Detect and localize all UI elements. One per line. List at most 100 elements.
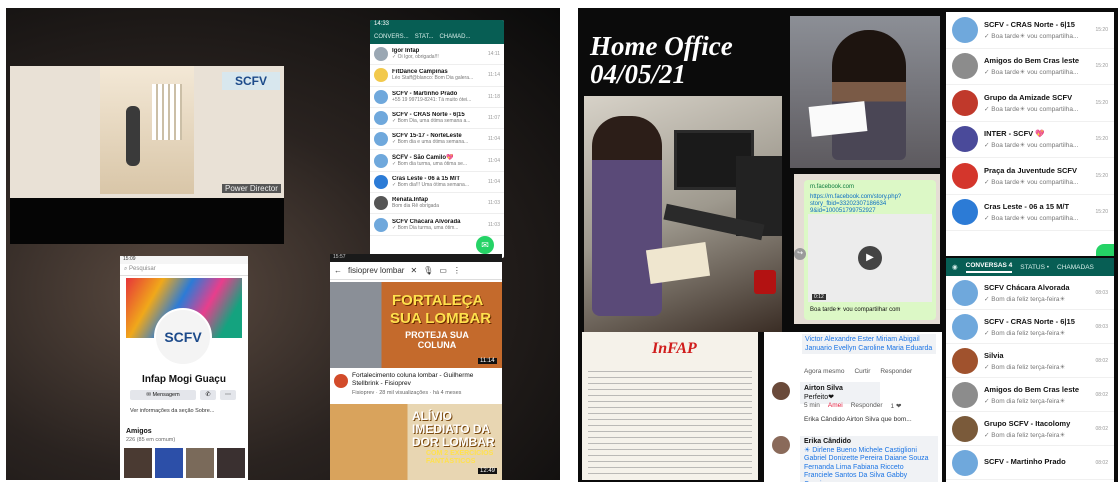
camera-icon[interactable]: ◉ xyxy=(952,263,958,271)
chat-row[interactable]: SCFV - Martinho Prado 08:02 xyxy=(946,446,1114,480)
comment-actions: 5 min Amei Responder 1 ❤ xyxy=(804,402,901,410)
channel-avatar[interactable] xyxy=(334,374,348,388)
like-button[interactable]: Curtir xyxy=(854,368,870,375)
chat-row[interactable]: Grupo da Amizade SCFV ✓ Boa tarde☀ vou co… xyxy=(946,85,1114,122)
new-chat-button[interactable]: ✉ xyxy=(476,236,494,254)
chat-row[interactable]: SCFV - Martinho Prado +55 19 99719-8241: … xyxy=(370,87,504,108)
right-collage: Home Office 04/05/21 ↪ m.facebook.com ht… xyxy=(578,8,1118,482)
chat-name: Grupo da Amizade SCFV xyxy=(984,92,1073,102)
chat-name: INTER - SCFV 💖 xyxy=(984,129,1045,139)
tab-conversas[interactable]: CONVERSAS 4 xyxy=(965,262,1013,273)
chat-row[interactable]: SCFV Chácara Alvorada ✓ Bom dia feliz ter… xyxy=(946,276,1114,310)
tab-status[interactable]: STAT... xyxy=(415,34,434,40)
watermark: Power Director xyxy=(222,184,281,193)
thumb1-line3: PROTEJA SUA COLUNA xyxy=(405,330,469,350)
duration-badge: 12:49 xyxy=(478,468,498,474)
chat-row[interactable]: Praça da Juventude SCFV ✓ Boa tarde☀ vou … xyxy=(946,158,1114,195)
chat-row[interactable]: Cras Leste - 06 a 15 M/T ✓ Bom dia!!! Uma… xyxy=(370,172,504,194)
close-icon[interactable]: ✕ xyxy=(410,266,417,275)
friend-photo[interactable] xyxy=(155,448,183,478)
chat-time: 11:03 xyxy=(487,221,500,228)
chat-row[interactable]: SCFV - CRAS Norte - 6|15 ✓ Bom dia feliz … xyxy=(946,310,1114,344)
avatar[interactable] xyxy=(772,436,790,454)
chat-preview: ✓ Boa tarde☀ vou compartilha... xyxy=(984,142,1079,150)
mic-icon[interactable]: 🎙 xyxy=(423,266,433,275)
chat-row[interactable]: SCFV - CRAS Norte - 6|15 ✓ Bom Dia, uma ó… xyxy=(370,108,504,130)
comment: Airton Silva Perfeito❤ xyxy=(800,382,880,404)
youtube-screenshot: 15:57 ← fisioprev lombar ✕ 🎙 ▭ ⋮ FORTALE… xyxy=(330,254,502,480)
avatar[interactable] xyxy=(772,382,790,400)
chat-time: 08:02 xyxy=(1095,425,1108,432)
chat-row[interactable]: SCFV 15-17 - NorteLeste ✓ Bom dia e uma ó… xyxy=(370,129,504,151)
play-icon[interactable]: ▶ xyxy=(858,246,882,270)
thumb1-line2: SUA LOMBAR xyxy=(390,310,492,327)
call-icon[interactable]: ✆ xyxy=(200,390,216,400)
exercise-video-frame: SCFV Power Director xyxy=(10,66,284,244)
chat-preview: Léo Staff@blanco: Bom Dia galera... xyxy=(392,75,474,82)
more-icon[interactable]: ⋮ xyxy=(453,266,461,275)
chat-list: SCFV Chácara Alvorada ✓ Bom dia feliz ter… xyxy=(946,276,1114,480)
document-text-lines xyxy=(588,366,752,476)
chat-time: 11:03 xyxy=(487,200,500,207)
friend-photo[interactable] xyxy=(217,448,245,478)
chat-time: 11:04 xyxy=(487,157,500,164)
thumb2-line1: ALÍVIO IMEDIATO DA DOR LOMBAR xyxy=(412,409,495,449)
chat-row[interactable]: Silvia ✓ Bom dia feliz terça-feira☀ 08:02 xyxy=(946,344,1114,378)
whatsapp-link-message: ↪ m.facebook.com https://m.facebook.com/… xyxy=(794,174,940,324)
chat-avatar xyxy=(374,89,388,104)
chat-row[interactable]: Cras Leste - 06 a 15 M/T ✓ Boa tarde☀ vou… xyxy=(946,195,1114,231)
friends-title: Amigos xyxy=(126,428,152,435)
chat-preview: ✓ Oi Igor, obrigada!!! xyxy=(392,54,439,61)
link-site: m.facebook.com xyxy=(810,184,855,190)
more-icon[interactable]: ⋯ xyxy=(220,390,236,400)
chat-row[interactable]: Igor Infap ✓ Oi Igor, obrigada!!! 14:11 xyxy=(370,44,504,66)
chat-row[interactable]: SCFV - CRAS Norte - 6|15 ✓ Boa tarde☀ vou… xyxy=(946,12,1114,49)
comment-text: ☀ Dirlene Bueno Michele Castiglioni Gabr… xyxy=(804,446,929,482)
comment-author[interactable]: Erika Cândido xyxy=(804,438,934,447)
thumb1-line1: FORTALEÇA xyxy=(392,292,484,309)
friends-count: 226 (85 em comum) xyxy=(126,437,176,443)
chat-time: 15:20 xyxy=(1095,99,1108,106)
reply-preview[interactable]: Erika Cândido Airton Silva que bom... xyxy=(804,416,912,423)
chat-row[interactable]: Amigos do Bem Cras leste ✓ Boa tarde☀ vou… xyxy=(946,49,1114,85)
chat-row[interactable]: SCFV - São Camilo💖 ✓ Bom dia turma, uma ó… xyxy=(370,150,504,172)
reply-button[interactable]: Responder xyxy=(851,402,883,410)
link-url[interactable]: https://m.facebook.com/story.php?story_f… xyxy=(810,194,930,215)
message-button[interactable]: ✉ Mensagem xyxy=(130,390,196,400)
chat-row[interactable]: SCFV Chácara Alvorada ✓ Bom Dia turma, um… xyxy=(370,214,504,236)
search-query[interactable]: fisioprev lombar xyxy=(348,266,404,275)
share-icon[interactable]: ↪ xyxy=(794,248,806,260)
window-grid xyxy=(152,84,182,140)
chat-row[interactable]: Grupo SCFV - Itacolomy ✓ Bom dia feliz te… xyxy=(946,412,1114,446)
search-input[interactable]: ⌕ Pesquisar xyxy=(120,264,248,276)
chat-row[interactable]: Renata.Infap Bom dia Rê obrigada 11:03 xyxy=(370,193,504,215)
reply-button[interactable]: Responder xyxy=(880,368,912,375)
chat-time: 08:03 xyxy=(1095,289,1108,296)
chat-preview: ✓ Bom dia feliz terça-feira☀ xyxy=(984,329,1066,337)
tab-chamadas[interactable]: CHAMAD... xyxy=(439,34,470,40)
comment-author[interactable]: Airton Silva xyxy=(804,384,876,393)
phone-call-photo xyxy=(790,16,940,168)
chat-avatar xyxy=(952,16,978,43)
chat-name: Amigos do Bem Cras leste xyxy=(984,384,1080,394)
love-button[interactable]: Amei xyxy=(828,402,843,410)
about-link[interactable]: Ver informações da seção Sobre... xyxy=(130,408,214,414)
tagged-names[interactable]: Victor Alexandre Ester Miriam Abigail Ja… xyxy=(802,334,936,354)
video-letterbox xyxy=(10,198,284,244)
video-title[interactable]: Fortalecimento coluna lombar - Guilherme… xyxy=(352,372,498,388)
chat-row[interactable]: Amigos do Bem Cras leste ✓ Bom dia feliz … xyxy=(946,378,1114,412)
friend-photo[interactable] xyxy=(186,448,214,478)
tab-conversas[interactable]: CONVERS... xyxy=(374,34,409,40)
profile-picture[interactable]: SCFV xyxy=(154,308,212,366)
cast-icon[interactable]: ▭ xyxy=(439,266,447,275)
tab-status[interactable]: STATUS • xyxy=(1020,264,1049,271)
new-chat-button[interactable] xyxy=(1096,244,1114,256)
chat-row[interactable]: INTER - SCFV 💖 ✓ Boa tarde☀ vou compartil… xyxy=(946,122,1114,158)
friend-photo[interactable] xyxy=(124,448,152,478)
back-arrow-icon[interactable]: ← xyxy=(334,266,342,275)
tab-chamadas[interactable]: CHAMADAS xyxy=(1057,264,1094,271)
comment-time: Agora mesmo xyxy=(804,368,845,375)
chat-avatar xyxy=(952,347,978,374)
chat-avatar xyxy=(374,47,388,62)
chat-row[interactable]: FitDance Campinas Léo Staff@blanco: Bom D… xyxy=(370,65,504,87)
